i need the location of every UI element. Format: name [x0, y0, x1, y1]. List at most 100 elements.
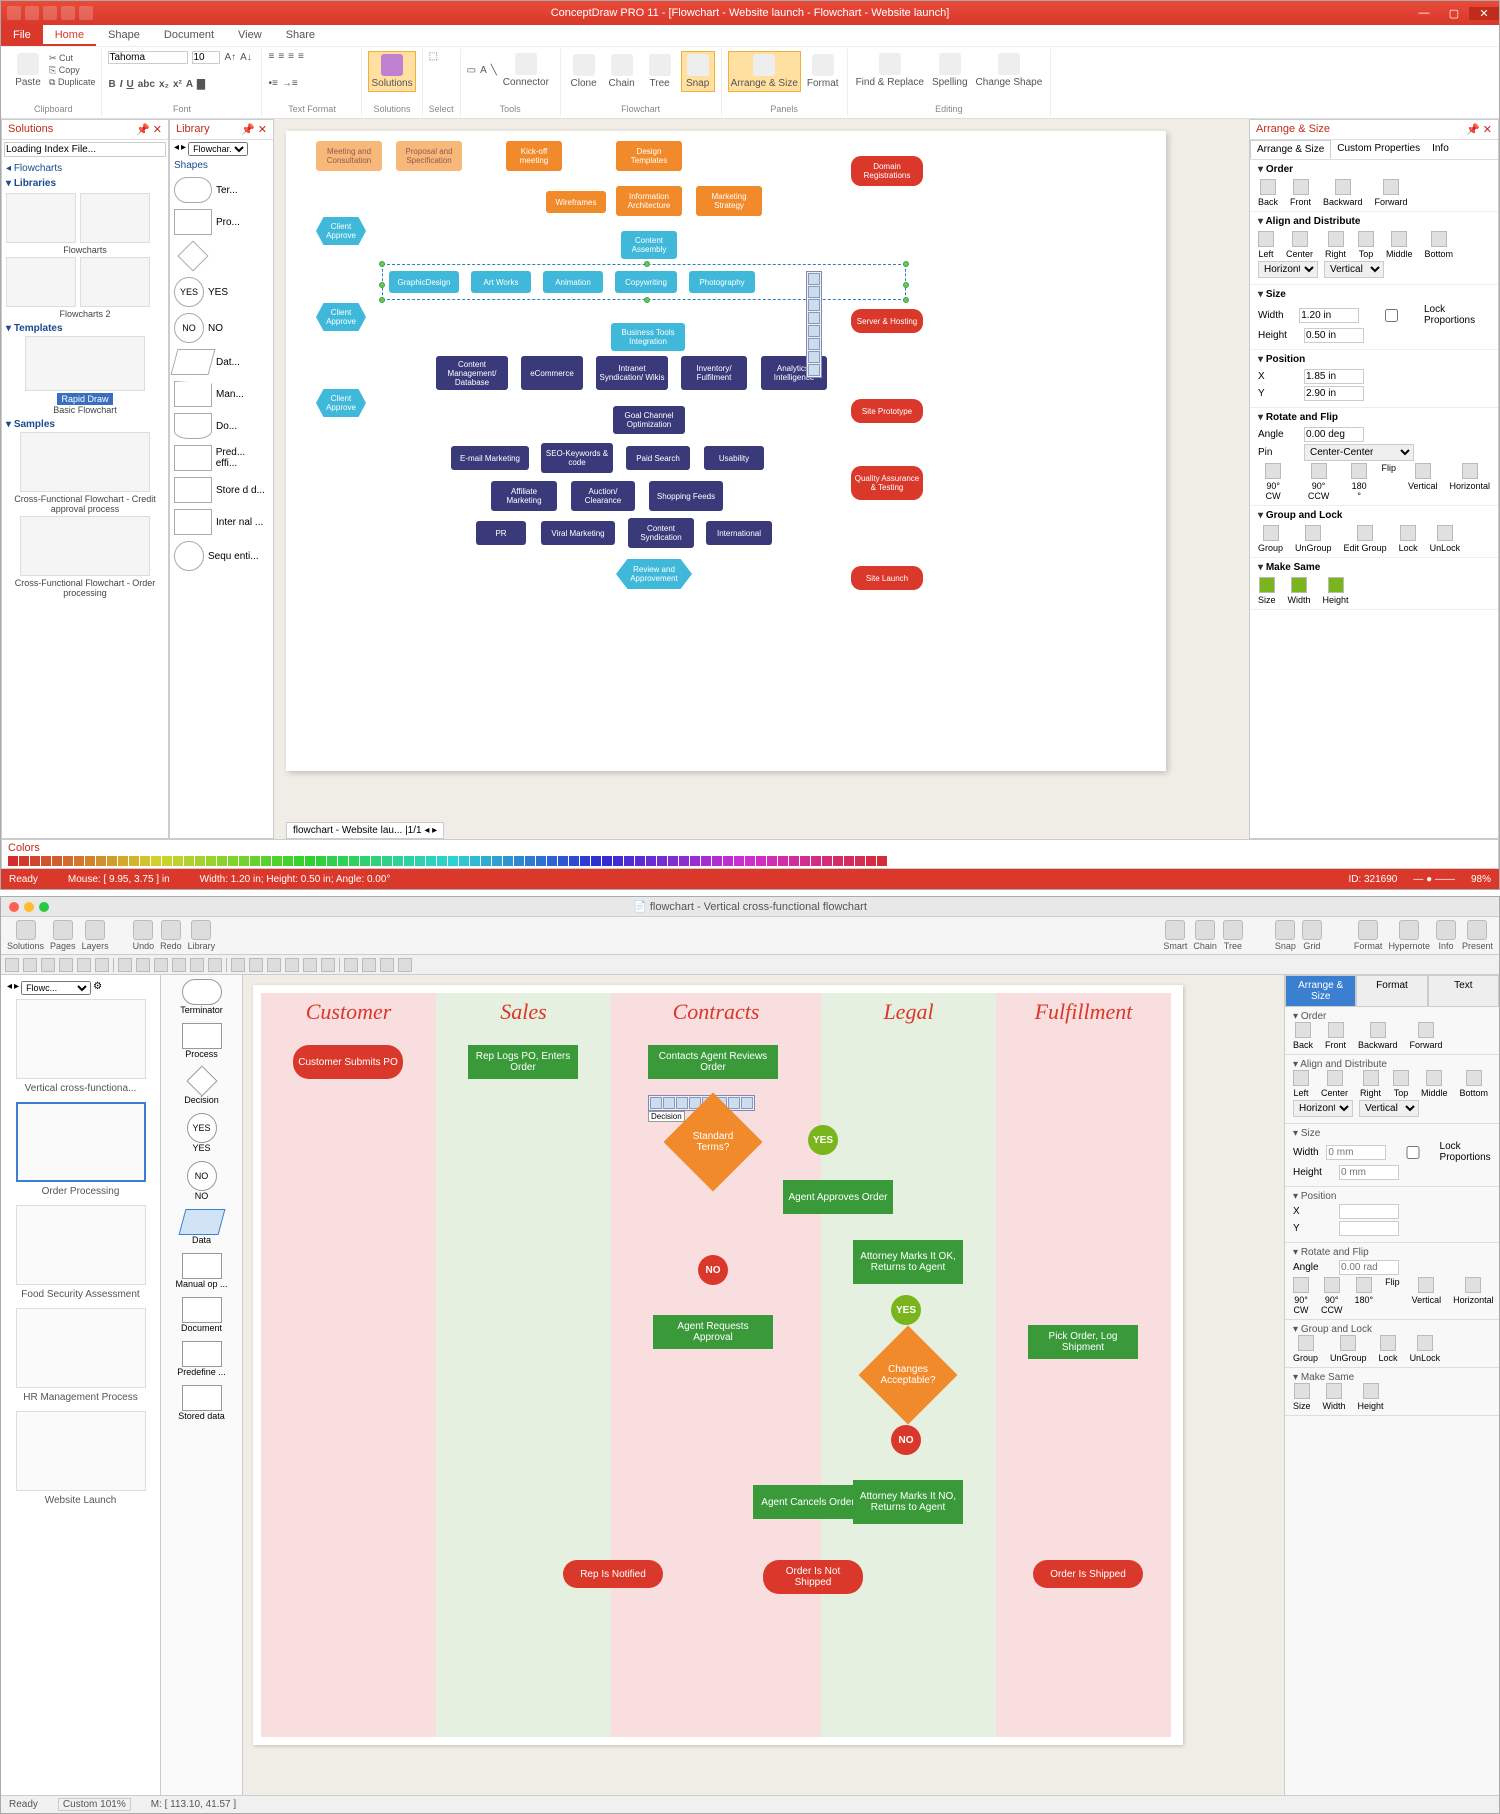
- align-middle[interactable]: Middle: [1386, 231, 1413, 259]
- node-email[interactable]: E-mail Marketing: [451, 446, 529, 470]
- tb-info[interactable]: Info: [1436, 920, 1456, 951]
- height-input[interactable]: [1304, 328, 1364, 343]
- ialign-right[interactable]: Right: [1360, 1070, 1381, 1098]
- tool-conn2-icon[interactable]: [154, 958, 168, 972]
- shape-sequential[interactable]: Sequ enti...: [174, 541, 269, 571]
- group-btn[interactable]: Group: [1258, 525, 1283, 553]
- node-paid[interactable]: Paid Search: [626, 446, 690, 470]
- thumb-food-security[interactable]: [16, 1205, 146, 1285]
- connector-button[interactable]: Connector: [501, 51, 551, 90]
- node-proposal[interactable]: Proposal and Specification: [396, 141, 462, 171]
- tool-zoom-icon[interactable]: [231, 958, 245, 972]
- tree-button[interactable]: Tree: [643, 52, 677, 91]
- fnode-attorney-ok[interactable]: Attorney Marks It OK, Returns to Agent: [853, 1240, 963, 1284]
- rotate-180[interactable]: 180 °: [1349, 463, 1370, 501]
- panel-pin-icon[interactable]: 📌 ✕: [1466, 123, 1492, 136]
- tool-conn3-icon[interactable]: [172, 958, 186, 972]
- format-button[interactable]: Format: [805, 52, 841, 91]
- align-left[interactable]: Left: [1258, 231, 1274, 259]
- tb-snap[interactable]: Snap: [1275, 920, 1296, 951]
- node-photography[interactable]: Photography: [689, 271, 755, 293]
- tool-line-icon[interactable]: [118, 958, 132, 972]
- shape-predefined[interactable]: Pred... effi...: [174, 445, 269, 471]
- tb-grid[interactable]: Grid: [1302, 920, 1322, 951]
- tool-hand-icon[interactable]: [249, 958, 263, 972]
- iangle-input[interactable]: [1339, 1260, 1399, 1275]
- rotate-ccw[interactable]: 90° CCW: [1300, 463, 1337, 501]
- fnode-agent-requests[interactable]: Agent Requests Approval: [653, 1315, 773, 1349]
- width-input[interactable]: [1299, 308, 1359, 323]
- idist-vert[interactable]: Vertical: [1359, 1100, 1419, 1117]
- mac-canvas-area[interactable]: Customer Sales Contracts Legal Fulfillme…: [243, 975, 1284, 1795]
- irot-ccw[interactable]: 90° CCW: [1321, 1277, 1342, 1315]
- order-forward[interactable]: Forward: [1375, 179, 1408, 207]
- underline-icon[interactable]: U: [126, 79, 133, 90]
- solutions-search-input[interactable]: [4, 142, 166, 157]
- node-artworks[interactable]: Art Works: [471, 271, 531, 293]
- arrange-size-button[interactable]: Arrange & Size: [728, 51, 801, 92]
- node-pr[interactable]: PR: [476, 521, 526, 545]
- iy-input[interactable]: [1339, 1221, 1399, 1236]
- ialign-bottom[interactable]: Bottom: [1460, 1070, 1489, 1098]
- shape-manual[interactable]: Man...: [174, 381, 269, 407]
- find-button[interactable]: Find & Replace: [854, 51, 926, 90]
- superscript-icon[interactable]: x²: [173, 79, 182, 90]
- node-qa[interactable]: Quality Assurance & Testing: [851, 466, 923, 500]
- font-grow-icon[interactable]: A↑: [224, 52, 236, 63]
- mac-canvas[interactable]: Customer Sales Contracts Legal Fulfillme…: [253, 985, 1183, 1745]
- fnode-submit-po[interactable]: Customer Submits PO: [293, 1045, 403, 1079]
- node-wireframes[interactable]: Wireframes: [546, 191, 606, 213]
- list-icon[interactable]: •≡: [268, 78, 277, 89]
- node-info-arch[interactable]: Information Architecture: [616, 186, 682, 216]
- same-height[interactable]: Height: [1323, 577, 1349, 605]
- fnode-rep-logs[interactable]: Rep Logs PO, Enters Order: [468, 1045, 578, 1079]
- lib-nav-fwd-icon[interactable]: ▸: [181, 142, 186, 156]
- quick-access-toolbar[interactable]: [1, 6, 99, 20]
- paste-button[interactable]: Paste: [11, 51, 45, 90]
- node-international[interactable]: International: [706, 521, 772, 545]
- mshape-yes[interactable]: YESYES: [165, 1113, 238, 1153]
- ix-input[interactable]: [1339, 1204, 1399, 1219]
- floating-toolbar[interactable]: [806, 271, 822, 378]
- lock-btn[interactable]: Lock: [1399, 525, 1418, 553]
- subscript-icon[interactable]: x₂: [159, 79, 169, 90]
- node-copywriting[interactable]: Copywriting: [615, 271, 677, 293]
- mshape-terminator[interactable]: Terminator: [165, 979, 238, 1015]
- tool-rect-icon[interactable]: [23, 958, 37, 972]
- ilock-checkbox[interactable]: [1392, 1146, 1433, 1159]
- text-tool-icon[interactable]: A: [480, 65, 487, 76]
- tool-conn1-icon[interactable]: [136, 958, 150, 972]
- color-swatches[interactable]: [2, 856, 1498, 868]
- thumb-order-processing[interactable]: [16, 1102, 146, 1182]
- highlight-icon[interactable]: ▇: [197, 79, 205, 90]
- lib-nav-back-icon[interactable]: ◂: [174, 142, 179, 156]
- node-approve-1[interactable]: Client Approve: [316, 217, 366, 245]
- shape-terminator[interactable]: Ter...: [174, 177, 269, 203]
- library-select[interactable]: Flowchar...: [188, 142, 248, 156]
- fnode-attorney-no[interactable]: Attorney Marks It NO, Returns to Agent: [853, 1480, 963, 1524]
- itab-arrange[interactable]: Arrange & Size: [1285, 975, 1356, 1007]
- font-shrink-icon[interactable]: A↓: [240, 52, 252, 63]
- font-size-input[interactable]: [192, 51, 220, 64]
- tb-undo[interactable]: Undo: [133, 920, 155, 951]
- igroup[interactable]: Group: [1293, 1335, 1318, 1363]
- tool-zoomin-icon[interactable]: [398, 958, 412, 972]
- idist-horiz[interactable]: Horizontal: [1293, 1100, 1353, 1117]
- tb-solutions[interactable]: Solutions: [7, 920, 44, 951]
- node-server[interactable]: Server & Hosting: [851, 309, 923, 333]
- iorder-front[interactable]: Front: [1325, 1022, 1346, 1050]
- node-graphic[interactable]: GraphicDesign: [389, 271, 459, 293]
- strike-icon[interactable]: abc: [138, 79, 155, 90]
- mshape-process[interactable]: Process: [165, 1023, 238, 1059]
- iflip-v[interactable]: Vertical: [1412, 1277, 1442, 1315]
- node-design[interactable]: Design Templates: [616, 141, 682, 171]
- ilock[interactable]: Lock: [1379, 1335, 1398, 1363]
- isame-size[interactable]: Size: [1293, 1383, 1311, 1411]
- panel-pin-icon[interactable]: 📌 ✕: [136, 123, 162, 136]
- chain-button[interactable]: Chain: [605, 52, 639, 91]
- bold-icon[interactable]: B: [108, 79, 115, 90]
- flip-v[interactable]: Vertical: [1408, 463, 1438, 501]
- align-right[interactable]: Right: [1325, 231, 1346, 259]
- mshape-document[interactable]: Document: [165, 1297, 238, 1333]
- node-launch[interactable]: Site Launch: [851, 566, 923, 590]
